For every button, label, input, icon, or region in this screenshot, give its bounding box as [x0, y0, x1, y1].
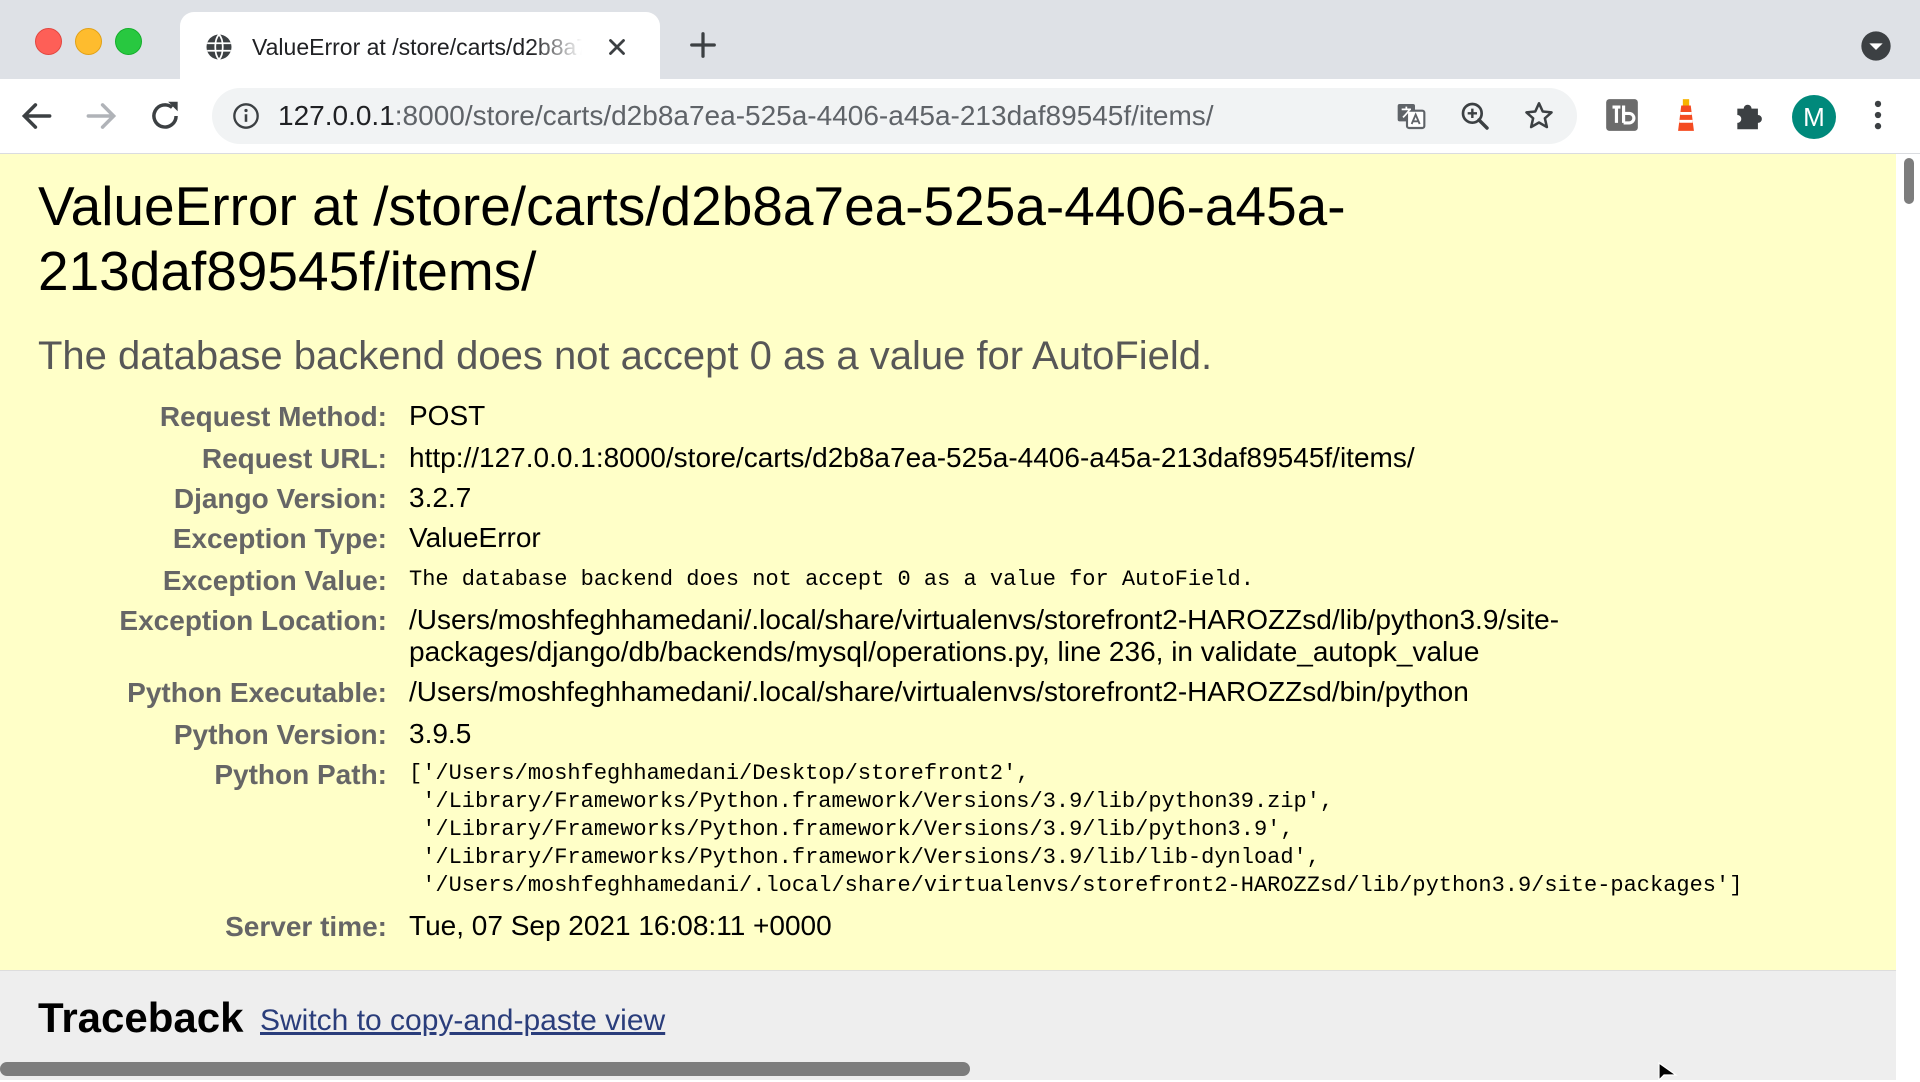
meta-value: /Users/moshfeghhamedani/.local/share/vir…	[409, 604, 1560, 667]
address-bar[interactable]: 127.0.0.1:8000/store/carts/d2b8a7ea-525a…	[212, 88, 1577, 144]
copy-paste-view-link[interactable]: Switch to copy-and-paste view	[260, 1001, 665, 1041]
kebab-menu-icon[interactable]	[1859, 96, 1897, 134]
page-viewport[interactable]: ValueError at /store/carts/d2b8a7ea-525a…	[0, 154, 1920, 1080]
window-maximize-button[interactable]	[115, 28, 142, 55]
profile-avatar[interactable]: M	[1792, 95, 1836, 139]
meta-label: Request URL:	[201, 443, 387, 474]
meta-label: Django Version:	[173, 483, 387, 514]
meta-value: /Users/moshfeghhamedani/.local/share/vir…	[409, 676, 1469, 707]
traceback-heading: Traceback	[38, 994, 244, 1041]
meta-value: 3.2.7	[409, 482, 472, 513]
zoom-in-icon[interactable]	[1459, 100, 1491, 132]
reload-icon[interactable]	[146, 97, 184, 135]
translate-icon[interactable]	[1395, 100, 1427, 132]
globe-icon	[206, 33, 232, 61]
info-icon[interactable]	[232, 102, 260, 130]
meta-label: Python Path:	[214, 759, 387, 790]
url-text[interactable]: 127.0.0.1:8000/store/carts/d2b8a7ea-525a…	[278, 100, 1214, 132]
horizontal-scrollbar-thumb[interactable]	[0, 1062, 970, 1076]
meta-label: Python Executable:	[127, 677, 387, 708]
window-minimize-button[interactable]	[75, 28, 102, 55]
error-summary: ValueError at /store/carts/d2b8a7ea-525a…	[0, 154, 1896, 971]
puzzle-icon[interactable]	[1731, 96, 1769, 134]
close-icon[interactable]	[604, 34, 630, 60]
meta-value: http://127.0.0.1:8000/store/carts/d2b8a7…	[409, 442, 1415, 473]
star-icon[interactable]	[1523, 100, 1555, 132]
meta-value: 3.9.5	[409, 718, 472, 749]
vertical-scrollbar[interactable]	[1896, 154, 1920, 1080]
arrow-left-icon[interactable]	[18, 97, 56, 135]
meta-value: ValueError	[409, 522, 541, 553]
meta-label: Python Version:	[173, 719, 387, 750]
tb-extension-icon[interactable]	[1603, 96, 1641, 134]
active-tab[interactable]: ValueError at /store/carts/d2b8a7ea-525a…	[180, 12, 660, 79]
chevron-down-circle-icon[interactable]	[1860, 30, 1892, 62]
tab-title: ValueError at /store/carts/d2b8a7ea-525a…	[252, 34, 582, 60]
plus-icon[interactable]	[688, 30, 718, 60]
browser-toolbar: 127.0.0.1:8000/store/carts/d2b8a7ea-525a…	[0, 79, 1920, 154]
meta-label: Exception Value:	[162, 565, 387, 596]
meta-value: The database backend does not accept 0 a…	[409, 567, 1254, 592]
meta-label: Exception Type:	[172, 523, 387, 554]
tab-strip: ValueError at /store/carts/d2b8a7ea-525a…	[0, 0, 1920, 79]
window-close-button[interactable]	[35, 28, 62, 55]
meta-value: Tue, 07 Sep 2021 16:08:11 +0000	[409, 910, 832, 941]
meta-label: Request Method:	[159, 401, 387, 432]
error-message: The database backend does not accept 0 a…	[38, 334, 1213, 378]
meta-label: Server time:	[225, 911, 387, 942]
url-path: :8000/store/carts/d2b8a7ea-525a-4406-a45…	[394, 100, 1214, 131]
page-title: ValueError at /store/carts/d2b8a7ea-525a…	[38, 175, 1346, 302]
vertical-scrollbar-thumb[interactable]	[1904, 158, 1914, 204]
url-host: 127.0.0.1	[278, 100, 395, 131]
lighthouse-icon[interactable]	[1667, 96, 1705, 134]
mouse-cursor-icon	[1658, 1062, 1678, 1082]
arrow-right-icon[interactable]	[82, 97, 120, 135]
meta-value: ['/Users/moshfeghhamedani/Desktop/storef…	[409, 761, 1743, 898]
meta-label: Exception Location:	[119, 605, 387, 636]
meta-value: POST	[409, 400, 486, 431]
